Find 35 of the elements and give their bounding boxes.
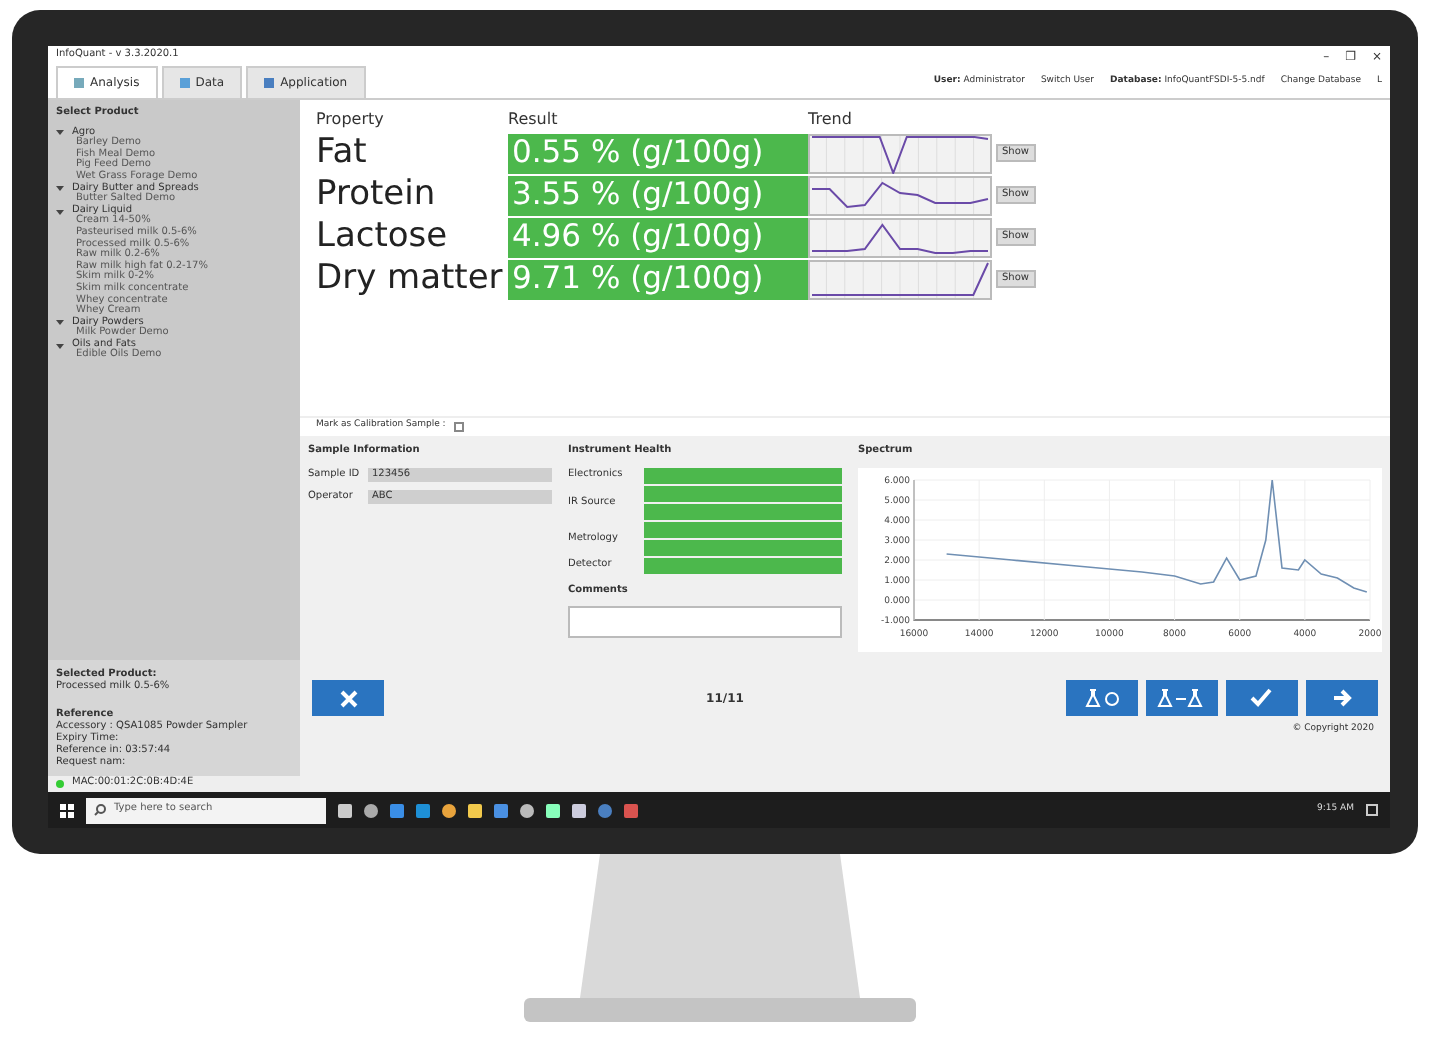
column-header: Trend (808, 108, 854, 132)
expander-icon[interactable] (56, 341, 64, 350)
expander-icon[interactable] (56, 184, 64, 193)
property-name: Protein (316, 178, 438, 212)
accept-button[interactable] (1225, 680, 1298, 716)
swap-sample-button[interactable] (1145, 680, 1218, 716)
property-name: Fat (316, 136, 369, 170)
retest-button[interactable] (1065, 680, 1138, 716)
column-header: Result (508, 108, 560, 132)
flask-refresh-icon (1083, 688, 1120, 708)
check-icon (1250, 688, 1273, 708)
windows-start-icon[interactable] (60, 803, 74, 817)
close-icon (339, 689, 357, 707)
property-name: Dry matter (316, 262, 505, 296)
property-name: Lactose (316, 220, 450, 254)
result-value: 9.71 % (g/100g) (508, 259, 808, 299)
expander-icon[interactable] (56, 207, 64, 216)
status-dot-icon (56, 780, 64, 788)
search-icon (94, 804, 106, 816)
result-value: 4.96 % (g/100g) (508, 217, 808, 257)
expander-icon[interactable] (56, 318, 64, 327)
result-value: 0.55 % (g/100g) (508, 133, 808, 173)
tab-icon (264, 78, 275, 88)
calibration-checkbox[interactable] (453, 422, 464, 432)
expander-icon[interactable] (56, 128, 64, 137)
tab-icon (179, 78, 190, 88)
column-header: Property (316, 108, 386, 132)
notification-icon[interactable] (1366, 804, 1378, 816)
result-value: 3.55 % (g/100g) (508, 175, 808, 215)
tab-icon (74, 78, 84, 88)
next-arrow-icon (1331, 688, 1352, 708)
cancel-button[interactable] (312, 680, 384, 716)
comments-field[interactable] (568, 606, 842, 638)
next-button[interactable] (1305, 680, 1378, 716)
flask-swap-icon (1156, 688, 1207, 708)
